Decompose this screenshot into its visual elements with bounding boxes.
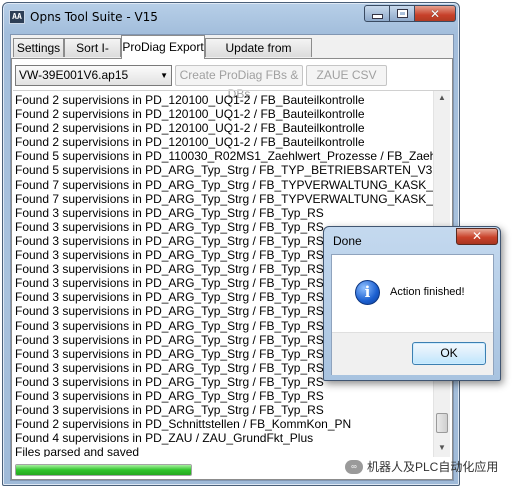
- tab-settings[interactable]: Settings: [13, 38, 64, 57]
- log-line: Found 5 supervisions in PD_110030_R02MS1…: [15, 149, 450, 164]
- log-line: Found 2 supervisions in PD_120100_UQ1-2 …: [15, 93, 365, 107]
- log-line: Found 5 supervisions in PD_ARG_Typ_Strg …: [15, 163, 433, 178]
- tab-strip: Settings Sort I-DBs ProDiag Export Updat…: [11, 35, 453, 73]
- progress-bar: [15, 464, 192, 476]
- dialog-title: Done: [333, 234, 362, 248]
- maximize-icon: [396, 9, 408, 18]
- scroll-up-icon[interactable]: ▲: [438, 93, 446, 102]
- project-select-value: VW-39E001V6.ap15: [19, 68, 129, 82]
- log-line: Found 2 supervisions in PD_120100_UQ1-2 …: [15, 121, 365, 136]
- window-title: Opns Tool Suite - V15: [30, 10, 158, 24]
- dialog-close-button[interactable]: ✕: [456, 228, 498, 245]
- watermark: ∞ 机器人及PLC自动化应用: [345, 458, 498, 475]
- project-select[interactable]: VW-39E001V6.ap15 ▼: [15, 65, 172, 86]
- ok-button[interactable]: OK: [412, 342, 486, 365]
- app-icon: AA: [9, 10, 25, 24]
- zaue-csv-button[interactable]: ZAUE CSV: [306, 65, 387, 86]
- log-line: Found 3 supervisions in PD_ARG_Typ_Strg …: [15, 403, 324, 418]
- scrollbar-thumb[interactable]: [436, 413, 448, 433]
- log-line: Found 7 supervisions in PD_ARG_Typ_Strg …: [15, 177, 448, 192]
- scroll-down-icon[interactable]: ▼: [438, 443, 446, 452]
- log-line: Found 3 supervisions in PD_ARG_Typ_Strg …: [15, 205, 324, 220]
- done-dialog: Done ✕ i Action finished! OK: [323, 226, 501, 381]
- log-line: Found 2 supervisions in PD_120100_UQ1-2 …: [15, 135, 365, 150]
- create-prodiag-button[interactable]: Create ProDiag FBs & DBs: [175, 65, 303, 101]
- minimize-button[interactable]: [364, 5, 390, 22]
- tab-prodiag-export[interactable]: ProDiag Export: [121, 35, 205, 59]
- dialog-body: i Action finished! OK: [331, 254, 494, 375]
- progress-fill: [16, 465, 191, 475]
- chevron-down-icon: ▼: [160, 71, 168, 80]
- tab-update-from-library[interactable]: Update from Library: [205, 38, 312, 73]
- close-button[interactable]: ✕: [414, 5, 456, 22]
- tab-sort-i-dbs[interactable]: Sort I-DBs: [64, 38, 121, 73]
- log-line: Found 4 supervisions in PD_ZAU / ZAU_Gru…: [15, 431, 314, 446]
- minimize-icon: [371, 14, 383, 19]
- log-line: Found 3 supervisions in PD_ARG_Typ_Strg …: [15, 388, 324, 403]
- title-bar[interactable]: AA Opns Tool Suite - V15 ✕: [3, 3, 459, 31]
- maximize-button[interactable]: [389, 5, 415, 22]
- log-line: Found 7 supervisions in PD_ARG_Typ_Strg …: [15, 191, 448, 206]
- dialog-message: Action finished!: [390, 286, 465, 298]
- watermark-text: 机器人及PLC自动化应用: [367, 460, 499, 474]
- close-icon: ✕: [429, 6, 441, 21]
- close-icon: ✕: [471, 229, 483, 243]
- dialog-button-area: OK: [332, 332, 493, 375]
- log-line: Found 2 supervisions in PD_120100_UQ1-2 …: [15, 107, 365, 122]
- info-icon: i: [355, 280, 380, 305]
- log-line: Files parsed and saved: [15, 445, 140, 457]
- log-line: Found 2 supervisions in PD_Schnittstelle…: [15, 417, 352, 432]
- wechat-logo-icon: ∞: [345, 459, 363, 474]
